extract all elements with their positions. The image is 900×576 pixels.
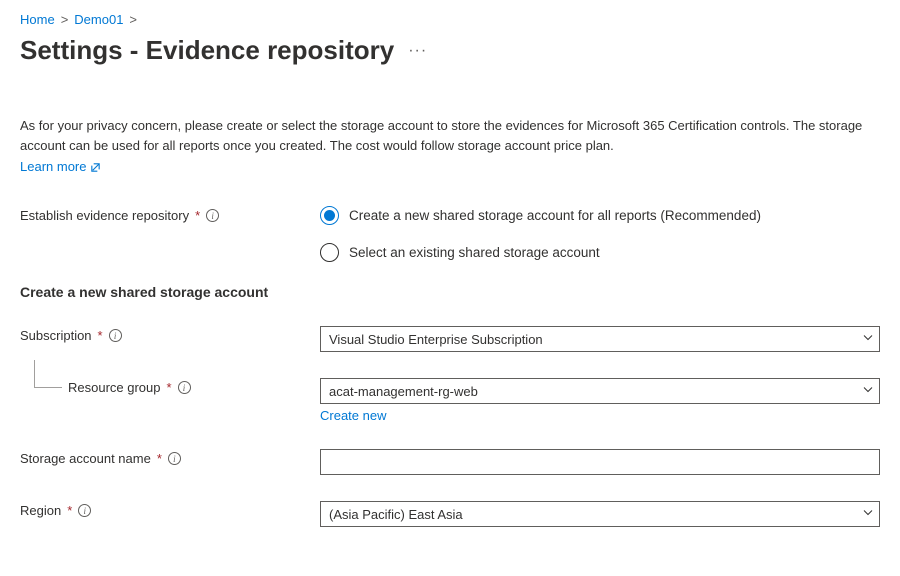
establish-repository-label: Establish evidence repository * i: [20, 206, 320, 223]
subscription-row: Subscription * i Visual Studio Enterpris…: [20, 326, 880, 352]
storage-account-input[interactable]: [320, 449, 880, 475]
external-link-icon: [90, 161, 101, 172]
label-text: Establish evidence repository: [20, 208, 189, 223]
tree-line: [34, 360, 62, 388]
intro-text: As for your privacy concern, please crea…: [20, 116, 880, 155]
radio-label: Select an existing shared storage accoun…: [349, 245, 600, 260]
storage-account-label: Storage account name * i: [20, 449, 320, 466]
resource-group-row: Resource group * i acat-management-rg-we…: [20, 378, 880, 423]
required-asterisk: *: [167, 380, 172, 395]
region-label: Region * i: [20, 501, 320, 518]
required-asterisk: *: [67, 503, 72, 518]
subscription-select[interactable]: Visual Studio Enterprise Subscription: [320, 326, 880, 352]
radio-select-existing[interactable]: Select an existing shared storage accoun…: [320, 243, 880, 262]
label-text: Storage account name: [20, 451, 151, 466]
section-heading: Create a new shared storage account: [20, 284, 880, 300]
required-asterisk: *: [157, 451, 162, 466]
more-actions-button[interactable]: ···: [408, 42, 427, 60]
info-icon[interactable]: i: [178, 381, 191, 394]
subscription-label: Subscription * i: [20, 326, 320, 343]
resource-group-label: Resource group * i: [20, 378, 320, 395]
chevron-right-icon: >: [61, 12, 69, 27]
select-value: acat-management-rg-web: [329, 384, 478, 399]
learn-more-label: Learn more: [20, 159, 86, 174]
establish-repository-row: Establish evidence repository * i Create…: [20, 206, 880, 262]
info-icon[interactable]: i: [78, 504, 91, 517]
resource-group-select[interactable]: acat-management-rg-web: [320, 378, 880, 404]
breadcrumb-home[interactable]: Home: [20, 12, 55, 27]
storage-account-row: Storage account name * i: [20, 449, 880, 475]
breadcrumb-demo[interactable]: Demo01: [74, 12, 123, 27]
page-header: Settings - Evidence repository ···: [20, 35, 880, 66]
select-value: (Asia Pacific) East Asia: [329, 507, 463, 522]
radio-icon: [320, 243, 339, 262]
breadcrumb: Home > Demo01 >: [20, 12, 880, 27]
required-asterisk: *: [98, 328, 103, 343]
region-select[interactable]: (Asia Pacific) East Asia: [320, 501, 880, 527]
select-value: Visual Studio Enterprise Subscription: [329, 332, 543, 347]
required-asterisk: *: [195, 208, 200, 223]
chevron-right-icon: >: [129, 12, 137, 27]
info-icon[interactable]: i: [206, 209, 219, 222]
region-row: Region * i (Asia Pacific) East Asia: [20, 501, 880, 527]
info-icon[interactable]: i: [109, 329, 122, 342]
label-text: Subscription: [20, 328, 92, 343]
create-new-rg-link[interactable]: Create new: [320, 408, 386, 423]
radio-icon-selected: [320, 206, 339, 225]
page-title: Settings - Evidence repository: [20, 35, 394, 66]
info-icon[interactable]: i: [168, 452, 181, 465]
repository-radio-group: Create a new shared storage account for …: [320, 206, 880, 262]
label-text: Resource group: [68, 380, 161, 395]
radio-create-new[interactable]: Create a new shared storage account for …: [320, 206, 880, 225]
learn-more-link[interactable]: Learn more: [20, 159, 101, 174]
label-text: Region: [20, 503, 61, 518]
radio-label: Create a new shared storage account for …: [349, 208, 761, 223]
